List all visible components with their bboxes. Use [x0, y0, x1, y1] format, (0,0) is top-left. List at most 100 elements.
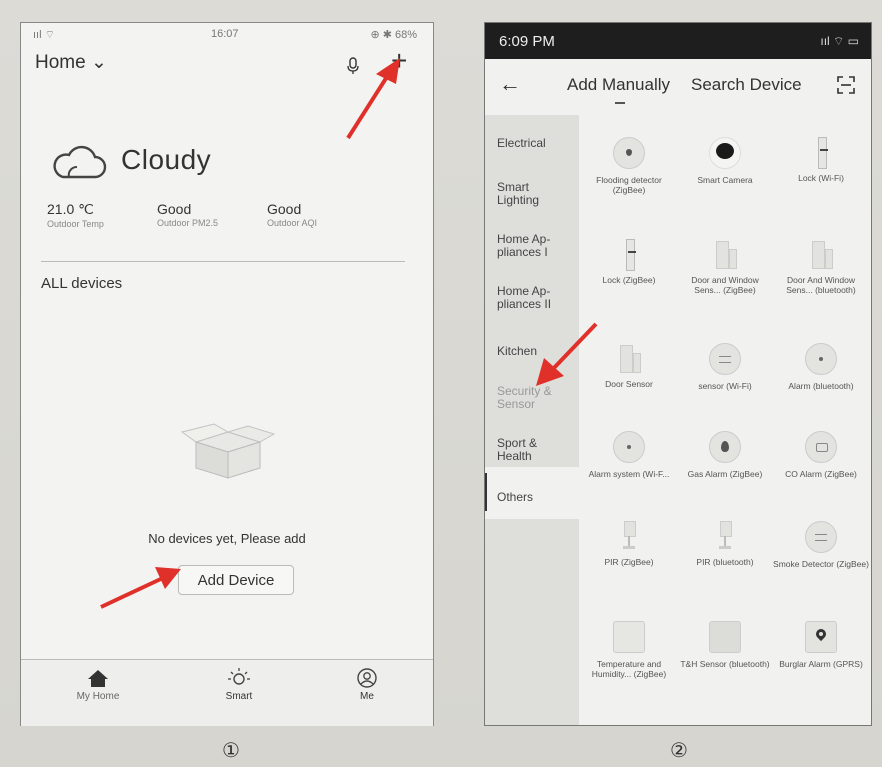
stat-label: Outdoor PM2.5: [157, 218, 219, 228]
nav-bar: ← Add Manually Search Device: [485, 59, 871, 113]
sun-icon: [228, 668, 250, 685]
category-smart-lighting[interactable]: Smart Lighting: [497, 181, 557, 207]
device-door-sensor[interactable]: Door Sensor: [581, 343, 677, 389]
water-drop-icon: [613, 137, 645, 169]
device-alarm-system-wifi[interactable]: Alarm system (Wi-F...: [581, 431, 677, 479]
device-alarm-bluetooth[interactable]: Alarm (bluetooth): [773, 343, 869, 391]
device-co-alarm[interactable]: CO Alarm (ZigBee): [773, 431, 869, 479]
flame-icon: [709, 431, 741, 463]
stat-value: Good: [267, 201, 302, 217]
device-lock-wifi[interactable]: Lock (Wi-Fi): [773, 137, 869, 183]
tab-my-home[interactable]: My Home: [58, 668, 138, 702]
device-name: PIR (bluetooth): [696, 557, 754, 567]
category-electrical[interactable]: Electrical: [497, 137, 579, 150]
status-icons: ııl ⌔ ▭: [820, 34, 859, 48]
add-device-button[interactable]: Add Device: [178, 565, 294, 595]
camera-icon: [709, 137, 741, 169]
device-grid: Flooding detector (ZigBee) Smart Camera …: [579, 115, 871, 725]
tab-label: Me: [360, 691, 374, 702]
category-others[interactable]: Others: [497, 491, 579, 504]
category-home-appliances-1[interactable]: Home Ap-pliances I: [497, 233, 563, 259]
device-pir-bluetooth[interactable]: PIR (bluetooth): [677, 521, 773, 567]
home-selector[interactable]: Home ⌄: [35, 51, 107, 74]
stat-value: 21.0 ℃: [47, 201, 94, 217]
door-sensor-icon: [806, 239, 836, 269]
device-sensor-wifi[interactable]: sensor (Wi-Fi): [677, 343, 773, 391]
sensor-icon: [709, 343, 741, 375]
category-kitchen[interactable]: Kitchen: [497, 345, 579, 358]
tab-add-manually[interactable]: Add Manually: [567, 75, 670, 95]
device-flooding-detector[interactable]: Flooding detector (ZigBee): [581, 137, 677, 195]
empty-box-icon: [180, 423, 276, 479]
stat-outdoor-aqi: Good Outdoor AQI: [267, 201, 317, 228]
device-name: CO Alarm (ZigBee): [785, 469, 857, 479]
stat-outdoor-pm25: Good Outdoor PM2.5: [157, 201, 218, 228]
device-name: Burglar Alarm (GPRS): [779, 659, 863, 669]
door-sensor-icon: [614, 343, 644, 373]
device-th-sensor[interactable]: T&H Sensor (bluetooth): [677, 621, 773, 669]
add-device-screen: 6:09 PM ııl ⌔ ▭ ← Add Manually Search De…: [484, 22, 872, 726]
pir-icon: [614, 521, 644, 551]
stat-outdoor-temp: 21.0 ℃ Outdoor Temp: [47, 201, 104, 229]
divider: [41, 261, 405, 262]
tab-label: My Home: [76, 691, 120, 702]
device-name: Lock (Wi-Fi): [798, 173, 844, 183]
device-name: PIR (ZigBee): [604, 557, 654, 567]
device-smart-camera[interactable]: Smart Camera: [677, 137, 773, 185]
figure-label-1: ①: [222, 740, 240, 762]
device-name: Door and Window Sens... (ZigBee): [691, 275, 759, 295]
category-sport-health[interactable]: Sport & Health: [497, 437, 547, 463]
co-icon: [805, 431, 837, 463]
section-title: ALL devices: [41, 275, 123, 292]
device-gas-alarm[interactable]: Gas Alarm (ZigBee): [677, 431, 773, 479]
smoke-icon: [805, 521, 837, 553]
signal-indicator: ııl ⌔: [33, 29, 55, 41]
selected-category-bar: [485, 473, 487, 511]
tab-smart[interactable]: Smart: [199, 668, 279, 702]
scan-icon[interactable]: [837, 76, 855, 94]
tab-label: Smart: [225, 691, 253, 702]
device-pir-zigbee[interactable]: PIR (ZigBee): [581, 521, 677, 567]
thermometer-icon: [709, 621, 741, 653]
weather-condition: Cloudy: [121, 144, 212, 175]
status-time: 16:07: [211, 28, 239, 40]
device-door-window-bluetooth[interactable]: Door And Window Sens... (bluetooth): [773, 239, 869, 295]
device-name: Lock (ZigBee): [602, 275, 656, 285]
device-name: Smart Camera: [697, 175, 753, 185]
device-name: sensor (Wi-Fi): [698, 381, 752, 391]
device-name: Smoke Detector (ZigBee): [773, 559, 869, 569]
cloud-icon: [53, 145, 107, 179]
lock-icon: [806, 137, 836, 169]
tab-me[interactable]: Me: [327, 668, 407, 702]
status-bar: 6:09 PM ııl ⌔ ▭: [485, 23, 871, 59]
user-icon: [357, 668, 377, 688]
pir-icon: [710, 521, 740, 551]
back-arrow-icon[interactable]: ←: [499, 71, 521, 97]
device-lock-zigbee[interactable]: Lock (ZigBee): [581, 239, 677, 285]
device-door-window-zigbee[interactable]: Door and Window Sens... (ZigBee): [677, 239, 773, 295]
status-bar: ııl ⌔ 16:07 ⊕ ✱ 68%: [21, 27, 433, 43]
empty-state-message: No devices yet, Please add: [148, 531, 306, 546]
device-temperature-humidity[interactable]: Temperature and Humidity... (ZigBee): [581, 621, 677, 679]
thermometer-icon: [613, 621, 645, 653]
device-name: Alarm (bluetooth): [788, 381, 854, 391]
device-name: Temperature and Humidity... (ZigBee): [591, 659, 667, 679]
stat-label: Outdoor Temp: [47, 219, 104, 229]
figure-label-2: ②: [670, 740, 688, 762]
device-name: Door Sensor: [605, 379, 653, 389]
device-smoke-detector[interactable]: Smoke Detector (ZigBee): [773, 521, 869, 569]
device-burglar-alarm[interactable]: Burglar Alarm (GPRS): [773, 621, 869, 669]
device-name: Gas Alarm (ZigBee): [687, 469, 763, 479]
alarm-icon: [805, 343, 837, 375]
lock-icon: [614, 239, 644, 271]
microphone-icon[interactable]: [347, 57, 359, 75]
tab-search-device[interactable]: Search Device: [691, 75, 802, 95]
location-pin-icon: [805, 621, 837, 653]
category-sidebar: Electrical Smart Lighting Home Ap-plianc…: [485, 115, 579, 725]
stat-value: Good: [157, 201, 192, 217]
category-home-appliances-2[interactable]: Home Ap-pliances II: [497, 285, 563, 311]
add-device-plus-button[interactable]: +: [391, 47, 407, 75]
alarm-icon: [613, 431, 645, 463]
category-security-sensor[interactable]: Security & Sensor: [497, 385, 559, 411]
device-name: Alarm system (Wi-F...: [588, 469, 670, 479]
